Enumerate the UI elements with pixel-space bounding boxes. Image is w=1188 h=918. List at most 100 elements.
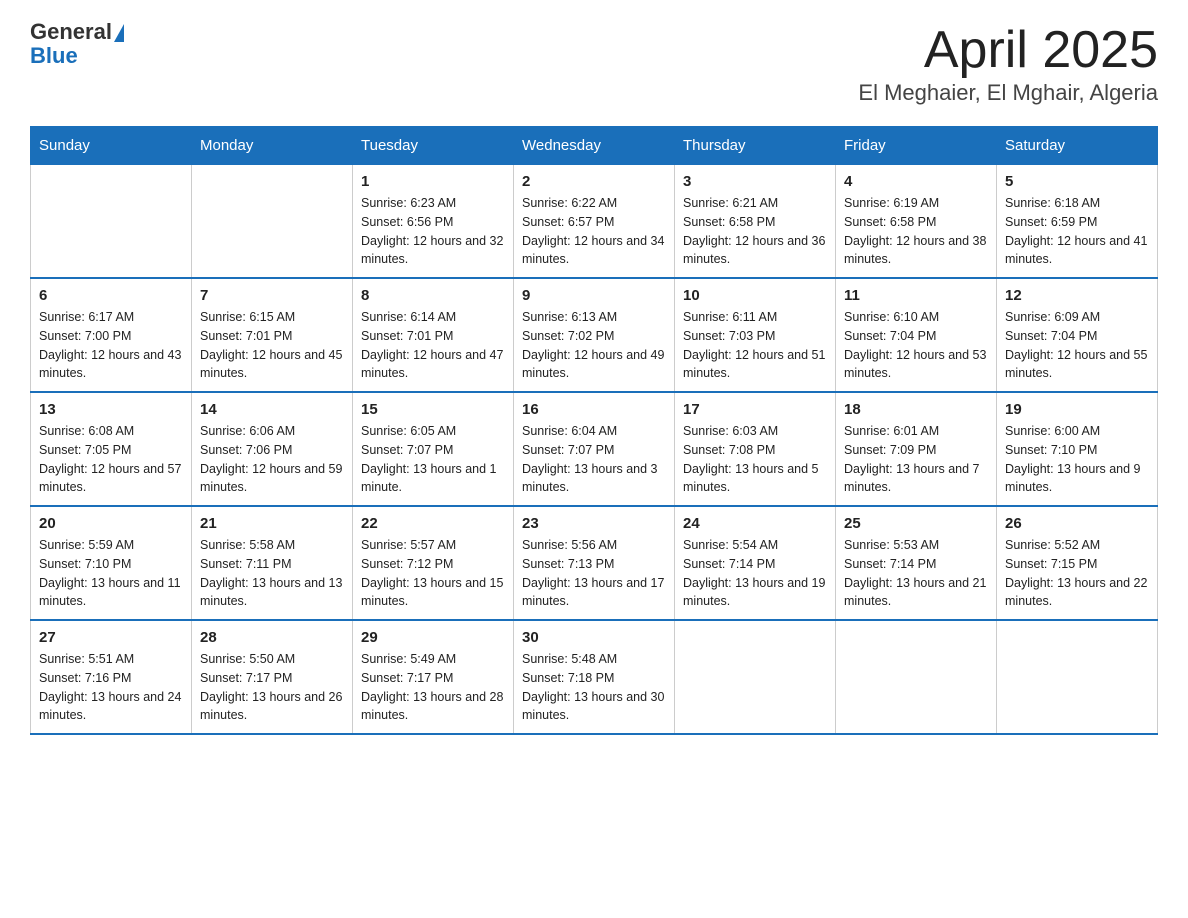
- title-block: April 2025 El Meghaier, El Mghair, Alger…: [858, 20, 1158, 106]
- day-number: 3: [683, 173, 827, 190]
- logo: General Blue: [30, 20, 124, 68]
- day-detail: Sunrise: 6:09 AMSunset: 7:04 PMDaylight:…: [1005, 308, 1149, 383]
- day-detail: Sunrise: 5:50 AMSunset: 7:17 PMDaylight:…: [200, 650, 344, 725]
- calendar-cell: 2 Sunrise: 6:22 AMSunset: 6:57 PMDaylight…: [514, 165, 675, 279]
- calendar-week-row: 13 Sunrise: 6:08 AMSunset: 7:05 PMDayligh…: [31, 392, 1158, 506]
- calendar-cell: [836, 620, 997, 734]
- calendar-cell: 5Sunrise: 6:18 AMSunset: 6:59 PMDaylight…: [997, 165, 1158, 279]
- calendar-cell: 26 Sunrise: 5:52 AMSunset: 7:15 PMDayligh…: [997, 506, 1158, 620]
- calendar-cell: 15Sunrise: 6:05 AMSunset: 7:07 PMDayligh…: [353, 392, 514, 506]
- calendar-cell: 11 Sunrise: 6:10 AMSunset: 7:04 PMDayligh…: [836, 278, 997, 392]
- calendar-cell: 4 Sunrise: 6:19 AMSunset: 6:58 PMDaylight…: [836, 165, 997, 279]
- calendar-week-row: 1 Sunrise: 6:23 AMSunset: 6:56 PMDaylight…: [31, 165, 1158, 279]
- calendar-cell: 14Sunrise: 6:06 AMSunset: 7:06 PMDayligh…: [192, 392, 353, 506]
- day-number: 29: [361, 629, 505, 646]
- day-detail: Sunrise: 5:58 AMSunset: 7:11 PMDaylight:…: [200, 536, 344, 611]
- day-number: 8: [361, 287, 505, 304]
- day-detail: Sunrise: 6:22 AMSunset: 6:57 PMDaylight:…: [522, 194, 666, 269]
- day-detail: Sunrise: 5:52 AMSunset: 7:15 PMDaylight:…: [1005, 536, 1149, 611]
- weekday-header-saturday: Saturday: [997, 127, 1158, 165]
- calendar-cell: 20 Sunrise: 5:59 AMSunset: 7:10 PMDayligh…: [31, 506, 192, 620]
- day-number: 12: [1005, 287, 1149, 304]
- day-detail: Sunrise: 5:54 AMSunset: 7:14 PMDaylight:…: [683, 536, 827, 611]
- calendar-cell: 3 Sunrise: 6:21 AMSunset: 6:58 PMDaylight…: [675, 165, 836, 279]
- day-number: 2: [522, 173, 666, 190]
- day-detail: Sunrise: 6:17 AMSunset: 7:00 PMDaylight:…: [39, 308, 183, 383]
- day-number: 22: [361, 515, 505, 532]
- day-number: 5: [1005, 173, 1149, 190]
- day-number: 24: [683, 515, 827, 532]
- day-detail: Sunrise: 6:10 AMSunset: 7:04 PMDaylight:…: [844, 308, 988, 383]
- logo-triangle-icon: [114, 24, 124, 42]
- calendar-header-row: SundayMondayTuesdayWednesdayThursdayFrid…: [31, 127, 1158, 165]
- calendar-cell: 27Sunrise: 5:51 AMSunset: 7:16 PMDayligh…: [31, 620, 192, 734]
- day-detail: Sunrise: 5:51 AMSunset: 7:16 PMDaylight:…: [39, 650, 183, 725]
- calendar-cell: 7 Sunrise: 6:15 AMSunset: 7:01 PMDaylight…: [192, 278, 353, 392]
- day-detail: Sunrise: 6:14 AMSunset: 7:01 PMDaylight:…: [361, 308, 505, 383]
- day-number: 26: [1005, 515, 1149, 532]
- day-detail: Sunrise: 6:00 AMSunset: 7:10 PMDaylight:…: [1005, 422, 1149, 497]
- day-detail: Sunrise: 6:11 AMSunset: 7:03 PMDaylight:…: [683, 308, 827, 383]
- day-detail: Sunrise: 6:06 AMSunset: 7:06 PMDaylight:…: [200, 422, 344, 497]
- day-number: 6: [39, 287, 183, 304]
- calendar-cell: 10Sunrise: 6:11 AMSunset: 7:03 PMDayligh…: [675, 278, 836, 392]
- calendar-table: SundayMondayTuesdayWednesdayThursdayFrid…: [30, 126, 1158, 735]
- calendar-cell: 9 Sunrise: 6:13 AMSunset: 7:02 PMDaylight…: [514, 278, 675, 392]
- day-detail: Sunrise: 5:49 AMSunset: 7:17 PMDaylight:…: [361, 650, 505, 725]
- day-detail: Sunrise: 6:01 AMSunset: 7:09 PMDaylight:…: [844, 422, 988, 497]
- calendar-cell: 25 Sunrise: 5:53 AMSunset: 7:14 PMDayligh…: [836, 506, 997, 620]
- day-detail: Sunrise: 6:15 AMSunset: 7:01 PMDaylight:…: [200, 308, 344, 383]
- day-number: 30: [522, 629, 666, 646]
- day-detail: Sunrise: 6:21 AMSunset: 6:58 PMDaylight:…: [683, 194, 827, 269]
- day-number: 11: [844, 287, 988, 304]
- weekday-header-monday: Monday: [192, 127, 353, 165]
- day-detail: Sunrise: 6:13 AMSunset: 7:02 PMDaylight:…: [522, 308, 666, 383]
- day-number: 16: [522, 401, 666, 418]
- day-detail: Sunrise: 6:19 AMSunset: 6:58 PMDaylight:…: [844, 194, 988, 269]
- day-detail: Sunrise: 6:23 AMSunset: 6:56 PMDaylight:…: [361, 194, 505, 269]
- calendar-cell: [997, 620, 1158, 734]
- calendar-cell: [31, 165, 192, 279]
- calendar-cell: 29 Sunrise: 5:49 AMSunset: 7:17 PMDayligh…: [353, 620, 514, 734]
- day-number: 4: [844, 173, 988, 190]
- weekday-header-thursday: Thursday: [675, 127, 836, 165]
- weekday-header-friday: Friday: [836, 127, 997, 165]
- calendar-cell: 6 Sunrise: 6:17 AMSunset: 7:00 PMDaylight…: [31, 278, 192, 392]
- day-number: 23: [522, 515, 666, 532]
- calendar-cell: 19 Sunrise: 6:00 AMSunset: 7:10 PMDayligh…: [997, 392, 1158, 506]
- calendar-week-row: 27Sunrise: 5:51 AMSunset: 7:16 PMDayligh…: [31, 620, 1158, 734]
- logo-blue-text: Blue: [30, 44, 124, 68]
- day-detail: Sunrise: 6:03 AMSunset: 7:08 PMDaylight:…: [683, 422, 827, 497]
- day-number: 21: [200, 515, 344, 532]
- day-number: 1: [361, 173, 505, 190]
- day-detail: Sunrise: 5:59 AMSunset: 7:10 PMDaylight:…: [39, 536, 183, 611]
- calendar-cell: 21 Sunrise: 5:58 AMSunset: 7:11 PMDayligh…: [192, 506, 353, 620]
- calendar-cell: 16 Sunrise: 6:04 AMSunset: 7:07 PMDayligh…: [514, 392, 675, 506]
- weekday-header-sunday: Sunday: [31, 127, 192, 165]
- calendar-cell: 12 Sunrise: 6:09 AMSunset: 7:04 PMDayligh…: [997, 278, 1158, 392]
- day-detail: Sunrise: 6:04 AMSunset: 7:07 PMDaylight:…: [522, 422, 666, 497]
- day-number: 18: [844, 401, 988, 418]
- day-number: 19: [1005, 401, 1149, 418]
- day-detail: Sunrise: 5:53 AMSunset: 7:14 PMDaylight:…: [844, 536, 988, 611]
- weekday-header-tuesday: Tuesday: [353, 127, 514, 165]
- day-number: 25: [844, 515, 988, 532]
- day-number: 17: [683, 401, 827, 418]
- day-number: 20: [39, 515, 183, 532]
- calendar-cell: 22 Sunrise: 5:57 AMSunset: 7:12 PMDayligh…: [353, 506, 514, 620]
- calendar-cell: 1 Sunrise: 6:23 AMSunset: 6:56 PMDaylight…: [353, 165, 514, 279]
- calendar-cell: 28Sunrise: 5:50 AMSunset: 7:17 PMDayligh…: [192, 620, 353, 734]
- calendar-cell: 18 Sunrise: 6:01 AMSunset: 7:09 PMDayligh…: [836, 392, 997, 506]
- calendar-week-row: 20 Sunrise: 5:59 AMSunset: 7:10 PMDayligh…: [31, 506, 1158, 620]
- calendar-cell: [675, 620, 836, 734]
- calendar-cell: 24 Sunrise: 5:54 AMSunset: 7:14 PMDayligh…: [675, 506, 836, 620]
- calendar-cell: [192, 165, 353, 279]
- day-number: 7: [200, 287, 344, 304]
- day-detail: Sunrise: 5:57 AMSunset: 7:12 PMDaylight:…: [361, 536, 505, 611]
- day-number: 9: [522, 287, 666, 304]
- day-number: 15: [361, 401, 505, 418]
- day-number: 13: [39, 401, 183, 418]
- weekday-header-wednesday: Wednesday: [514, 127, 675, 165]
- calendar-cell: 8 Sunrise: 6:14 AMSunset: 7:01 PMDaylight…: [353, 278, 514, 392]
- day-detail: Sunrise: 6:08 AMSunset: 7:05 PMDaylight:…: [39, 422, 183, 497]
